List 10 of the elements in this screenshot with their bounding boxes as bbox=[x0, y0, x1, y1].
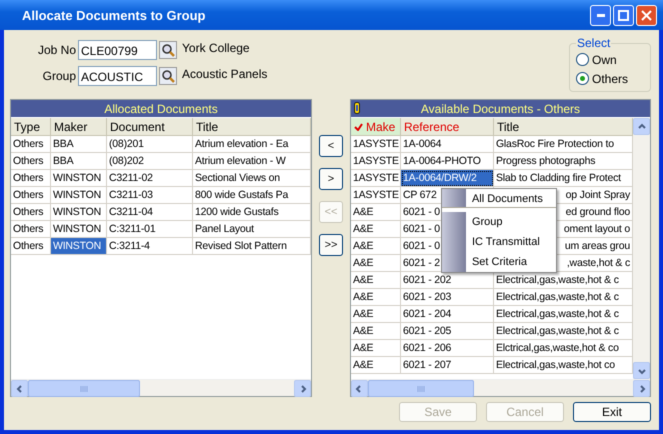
panel-title: Allocated Documents bbox=[11, 100, 312, 118]
field-label: Group bbox=[42, 69, 76, 83]
radio-label: Own bbox=[592, 52, 617, 66]
field-description: Acoustic Panels bbox=[182, 67, 268, 81]
window-title: Allocate Documents to Group bbox=[22, 8, 206, 22]
group-title: Select bbox=[576, 36, 612, 50]
panel-title: Available Documents - Others bbox=[350, 100, 650, 118]
radio-label: Others bbox=[592, 72, 628, 86]
field-label: Job No bbox=[36, 43, 76, 57]
field-description: York College bbox=[182, 41, 250, 55]
